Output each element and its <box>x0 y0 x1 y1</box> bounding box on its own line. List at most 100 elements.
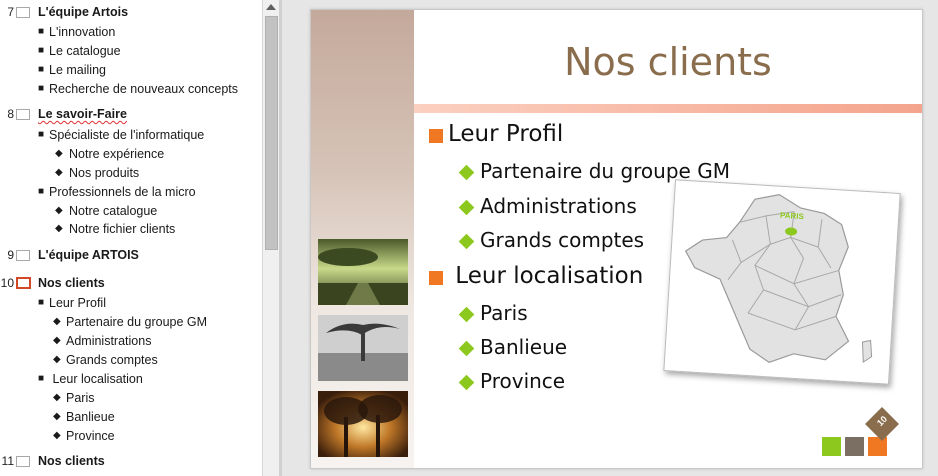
outline-slide-title[interactable]: Nos clients <box>38 452 105 470</box>
scrollbar-thumb[interactable] <box>265 16 278 250</box>
bullet-item[interactable]: Banlieue <box>480 335 567 359</box>
square-bullet-icon: ■ <box>38 26 45 37</box>
bullet-item[interactable]: Grands comptes <box>480 228 644 252</box>
section-heading[interactable]: Leur localisation <box>448 263 643 289</box>
outline-item[interactable]: ■ Professionnels de la micro <box>0 183 262 201</box>
outline-item[interactable]: ■ Leur Profil <box>0 294 262 312</box>
outline-item[interactable]: ◆ Province <box>0 427 262 445</box>
square-bullet-icon: ■ <box>38 129 45 140</box>
diamond-bullet-icon <box>458 199 475 216</box>
outline-item[interactable]: ◆ Paris <box>0 389 262 407</box>
outline-item-text[interactable]: Partenaire du groupe GM <box>66 313 207 331</box>
section-heading[interactable]: Leur Profil <box>448 121 563 147</box>
selected-slide-icon <box>16 277 31 289</box>
bullet-item[interactable]: Province <box>480 369 565 393</box>
diamond-bullet-icon <box>458 164 475 181</box>
outline-slide-title[interactable]: Le savoir-Faire <box>38 105 127 123</box>
diamond-bullet-icon: ◆ <box>55 167 63 178</box>
france-map-picture[interactable]: PARIS <box>663 179 901 385</box>
slide-icon <box>16 250 30 261</box>
slide-number: 8 <box>7 107 14 121</box>
slide-number: 10 <box>0 276 14 290</box>
outline-slide-8[interactable]: 8 Le savoir-Faire <box>0 105 262 123</box>
outline-item-text[interactable]: Grands comptes <box>66 351 158 369</box>
slide-number: 9 <box>7 248 14 262</box>
outline-item-text[interactable]: Spécialiste de l'informatique <box>49 126 204 144</box>
square-bullet-icon: ■ <box>38 186 45 197</box>
outline-item-text[interactable]: Banlieue <box>66 408 115 426</box>
orange-square-deco <box>868 437 887 456</box>
outline-slide-title[interactable]: L'équipe ARTOIS <box>38 246 139 264</box>
outline-item-text[interactable]: Administrations <box>66 332 151 350</box>
square-bullet-icon: ■ <box>38 297 45 308</box>
outline-item[interactable]: ◆ Grands comptes <box>0 351 262 369</box>
outline-pane[interactable]: 7 L'équipe Artois ■ L'innovation ■ Le cata… <box>0 0 262 476</box>
bullet-item[interactable]: Paris <box>480 301 528 325</box>
slide-icon <box>16 456 30 467</box>
outline-item-text[interactable]: Le catalogue <box>49 42 121 60</box>
outline-item-text[interactable]: Le mailing <box>49 61 106 79</box>
pane-splitter[interactable] <box>279 0 282 476</box>
square-bullet-icon: ■ <box>38 83 45 94</box>
outline-item-text[interactable]: Professionnels de la micro <box>49 183 196 201</box>
diamond-bullet-icon: ◆ <box>53 430 61 441</box>
outline-scrollbar[interactable] <box>262 0 279 476</box>
outline-item-text[interactable]: Nos produits <box>69 164 139 182</box>
outline-item-text[interactable]: Notre fichier clients <box>69 220 175 238</box>
diamond-bullet-icon <box>458 340 475 357</box>
slide-icon <box>16 7 30 18</box>
outline-slide-10[interactable]: 10 Nos clients <box>0 274 262 292</box>
outline-item[interactable]: ■ Recherche de nouveaux concepts <box>0 80 262 98</box>
outline-item[interactable]: ■ Le mailing <box>0 61 262 79</box>
outline-item-text[interactable]: Recherche de nouveaux concepts <box>49 80 238 98</box>
square-bullet-icon: ■ <box>38 64 45 75</box>
diamond-bullet-icon: ◆ <box>53 354 61 365</box>
outline-item[interactable]: ◆ Notre fichier clients <box>0 220 262 238</box>
diamond-bullet-icon: ◆ <box>55 223 63 234</box>
diamond-bullet-icon <box>458 306 475 323</box>
outline-slide-title[interactable]: L'équipe Artois <box>38 3 128 21</box>
outline-item[interactable]: ◆ Administrations <box>0 332 262 350</box>
outline-item[interactable]: ◆ Banlieue <box>0 408 262 426</box>
sunset-trees-photo <box>318 391 408 457</box>
title-accent-bar <box>414 104 922 113</box>
outline-item-text[interactable]: Paris <box>66 389 94 407</box>
outline-item-text[interactable]: Notre catalogue <box>69 202 157 220</box>
outline-slide-11[interactable]: 11 Nos clients <box>0 452 262 470</box>
square-bullet-icon: ■ <box>38 373 45 384</box>
outline-item[interactable]: ■ L'innovation <box>0 23 262 41</box>
green-square-deco <box>822 437 841 456</box>
outline-item[interactable]: ◆ Notre catalogue <box>0 202 262 220</box>
outline-item[interactable]: ■ Spécialiste de l'informatique <box>0 126 262 144</box>
diamond-bullet-icon <box>458 233 475 250</box>
slide-number: 11 <box>1 454 14 468</box>
outline-item[interactable]: ■ Le catalogue <box>0 42 262 60</box>
outline-item-text[interactable]: Leur localisation <box>49 370 142 388</box>
diamond-bullet-icon: ◆ <box>53 335 61 346</box>
outline-item-text[interactable]: Notre expérience <box>69 145 164 163</box>
diamond-bullet-icon: ◆ <box>53 411 61 422</box>
landscape-photo-green <box>318 239 408 305</box>
square-bullet-icon <box>429 271 443 285</box>
slide-canvas[interactable]: Nos clients Leur Profil Partenaire du gr… <box>310 9 923 469</box>
outline-item[interactable]: ◆ Partenaire du groupe GM <box>0 313 262 331</box>
outline-slide-7[interactable]: 7 L'équipe Artois <box>0 3 262 21</box>
slide-icon <box>16 109 30 120</box>
bullet-item[interactable]: Administrations <box>480 194 637 218</box>
outline-item-text[interactable]: Province <box>66 427 115 445</box>
outline-slide-9[interactable]: 9 L'équipe ARTOIS <box>0 246 262 264</box>
scroll-up-arrow-icon[interactable] <box>266 4 276 10</box>
diamond-bullet-icon: ◆ <box>55 148 63 159</box>
outline-item[interactable]: ◆ Notre expérience <box>0 145 262 163</box>
outline-item[interactable]: ◆ Nos produits <box>0 164 262 182</box>
diamond-bullet-icon: ◆ <box>53 316 61 327</box>
outline-slide-title[interactable]: Nos clients <box>38 274 105 292</box>
diamond-bullet-icon: ◆ <box>53 392 61 403</box>
square-bullet-icon: ■ <box>38 45 45 56</box>
slide-title[interactable]: Nos clients <box>414 40 922 84</box>
diamond-bullet-icon: ◆ <box>55 205 63 216</box>
slide-number: 7 <box>7 5 14 19</box>
outline-item-text[interactable]: Leur Profil <box>49 294 106 312</box>
outline-item[interactable]: ■ Leur localisation <box>0 370 262 388</box>
outline-item-text[interactable]: L'innovation <box>49 23 115 41</box>
